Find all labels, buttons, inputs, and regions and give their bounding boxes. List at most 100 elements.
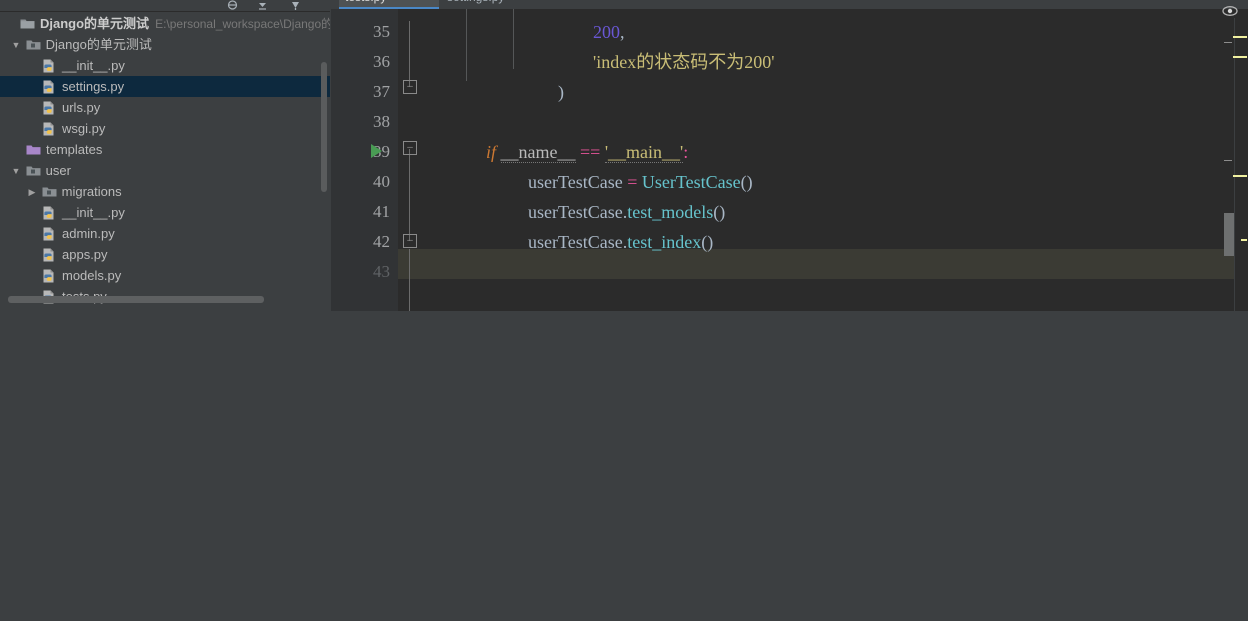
python-file-icon xyxy=(42,269,58,283)
editor-vertical-scrollbar[interactable] xyxy=(1224,213,1234,256)
tree-item-label: templates xyxy=(46,142,103,157)
line-number: 41 xyxy=(373,202,390,221)
code-token-keyword-if: if xyxy=(486,142,497,162)
python-file-icon xyxy=(42,122,58,136)
project-root-label: Django的单元测试 xyxy=(40,16,150,31)
code-token-dunder-name: __name__ xyxy=(500,142,576,163)
code-token-string-main: '__main__' xyxy=(604,142,684,163)
tree-row-wsgi-py[interactable]: wsgi.py xyxy=(0,118,330,139)
tree-item-label: Django的单元测试 xyxy=(45,37,152,52)
line-number: 37 xyxy=(373,82,390,101)
line-number: 40 xyxy=(373,172,390,191)
line-number: 35 xyxy=(373,22,390,41)
code-line-35: 200, xyxy=(593,17,625,47)
tree-item-label: urls.py xyxy=(62,100,101,115)
editor-tab-tests-py[interactable]: tests.py xyxy=(339,0,439,9)
python-file-icon xyxy=(42,248,58,262)
tree-row-models-py[interactable]: models.py xyxy=(0,265,330,286)
purple-folder-icon xyxy=(26,143,42,157)
code-token-call: () xyxy=(740,172,753,192)
tree-row-migrations[interactable]: ▶ migrations xyxy=(0,181,330,202)
code-token-assign: = xyxy=(627,172,638,192)
run-gutter-icon[interactable] xyxy=(371,144,382,158)
tree-item-label: wsgi.py xyxy=(62,121,106,136)
line-number-gutter[interactable]: 35 36 37 38 39 40 41 42 43 xyxy=(331,9,398,311)
settings-gear-icon[interactable] xyxy=(288,0,302,12)
code-token-class: UserTestCase xyxy=(641,172,741,192)
fold-marker xyxy=(1224,42,1232,43)
tree-item-label: __init__.py xyxy=(62,58,125,73)
tree-item-label: __init__.py xyxy=(62,205,125,220)
code-token-object: userTestCase. xyxy=(528,202,628,222)
editor-tab-bar: tests.py settings.py xyxy=(331,0,1248,9)
code-line-39: if __name__ == '__main__': xyxy=(486,137,688,167)
tree-item-label: apps.py xyxy=(62,247,108,262)
code-line-36: 'index的状态码不为200' xyxy=(593,47,774,77)
code-token-number: 200 xyxy=(593,22,620,42)
code-token-object: userTestCase. xyxy=(528,232,628,252)
python-file-icon xyxy=(42,59,58,73)
code-token-method: test_index xyxy=(627,232,702,252)
python-file-icon xyxy=(42,227,58,241)
eye-icon[interactable] xyxy=(1222,4,1238,22)
line-number: 42 xyxy=(373,232,390,251)
chevron-right-icon[interactable]: ▶ xyxy=(26,182,38,203)
warning-marker[interactable] xyxy=(1241,239,1247,241)
code-line-41: userTestCase.test_models() xyxy=(528,197,725,227)
project-vertical-scrollbar[interactable] xyxy=(321,62,327,192)
fold-marker xyxy=(1224,160,1232,161)
code-token-call: () xyxy=(713,202,726,222)
line-number: 43 xyxy=(373,262,390,281)
collapse-all-icon[interactable] xyxy=(225,0,239,12)
tree-item-label: models.py xyxy=(62,268,122,283)
tree-row-admin-py[interactable]: admin.py xyxy=(0,223,330,244)
project-file-tree[interactable]: Django的单元测试 E:\personal_workspace\Django的… xyxy=(0,13,330,304)
run-tool-window: Run: dj Test: user.tests × 9 xyxy=(0,311,1248,621)
code-area[interactable]: 35 36 37 38 39 40 41 42 43 – – – 200, 'i… xyxy=(331,9,1248,311)
editor-marker-gutter[interactable] xyxy=(1233,18,1248,311)
tree-row-apps-py[interactable]: apps.py xyxy=(0,244,330,265)
python-file-icon xyxy=(42,101,58,115)
code-line-37: ) xyxy=(558,77,564,107)
code-token-paren: ) xyxy=(558,82,564,102)
tree-row-templates[interactable]: templates xyxy=(0,139,330,160)
warning-marker[interactable] xyxy=(1233,56,1247,58)
warning-marker[interactable] xyxy=(1233,175,1247,177)
code-text[interactable]: 200, 'index的状态码不为200' ) if __name__ == '… xyxy=(398,9,1248,311)
project-root-path: E:\personal_workspace\Django的 xyxy=(155,17,330,31)
code-editor: tests.py settings.py 35 36 37 38 39 40 4… xyxy=(331,0,1248,311)
chevron-down-icon[interactable]: ▼ xyxy=(10,35,22,56)
warning-marker[interactable] xyxy=(1233,36,1247,38)
code-line-42: userTestCase.test_index() xyxy=(528,227,713,257)
python-file-icon xyxy=(42,206,58,220)
module-folder-icon xyxy=(26,38,42,52)
pycharm-window: Django的单元测试 E:\personal_workspace\Django的… xyxy=(0,0,1248,621)
project-toolbar xyxy=(0,0,330,12)
editor-tab-settings-py[interactable]: settings.py xyxy=(441,0,551,9)
tab-label: settings.py xyxy=(447,0,504,4)
code-token-operator: == xyxy=(580,142,601,162)
tree-row-user-module[interactable]: ▼ user xyxy=(0,160,330,181)
tree-item-label: user xyxy=(45,163,71,178)
code-token-variable: userTestCase xyxy=(528,172,623,192)
hide-down-icon[interactable] xyxy=(255,0,269,12)
folder-icon xyxy=(20,17,36,31)
code-token-method: test_models xyxy=(627,202,714,222)
chevron-down-icon[interactable]: ▼ xyxy=(10,161,22,182)
line-number: 36 xyxy=(373,52,390,71)
tree-row-settings-py[interactable]: settings.py xyxy=(0,76,330,97)
project-tool-window: Django的单元测试 E:\personal_workspace\Django的… xyxy=(0,0,330,311)
tree-row-project-root[interactable]: Django的单元测试 E:\personal_workspace\Django的 xyxy=(0,13,330,34)
code-token-string: 'index的状态码不为200' xyxy=(593,52,775,72)
python-file-icon xyxy=(42,80,58,94)
line-number: 38 xyxy=(373,112,390,131)
tree-item-label: migrations xyxy=(61,184,122,199)
tree-row-init-py-project[interactable]: __init__.py xyxy=(0,55,330,76)
code-token-call: () xyxy=(701,232,714,252)
tab-label: tests.py xyxy=(345,0,386,4)
tree-row-urls-py[interactable]: urls.py xyxy=(0,97,330,118)
code-token-colon: : xyxy=(683,142,689,162)
tree-row-init-py-user[interactable]: __init__.py xyxy=(0,202,330,223)
project-horizontal-scrollbar[interactable] xyxy=(8,296,264,303)
tree-row-django-module[interactable]: ▼ Django的单元测试 xyxy=(0,34,330,55)
